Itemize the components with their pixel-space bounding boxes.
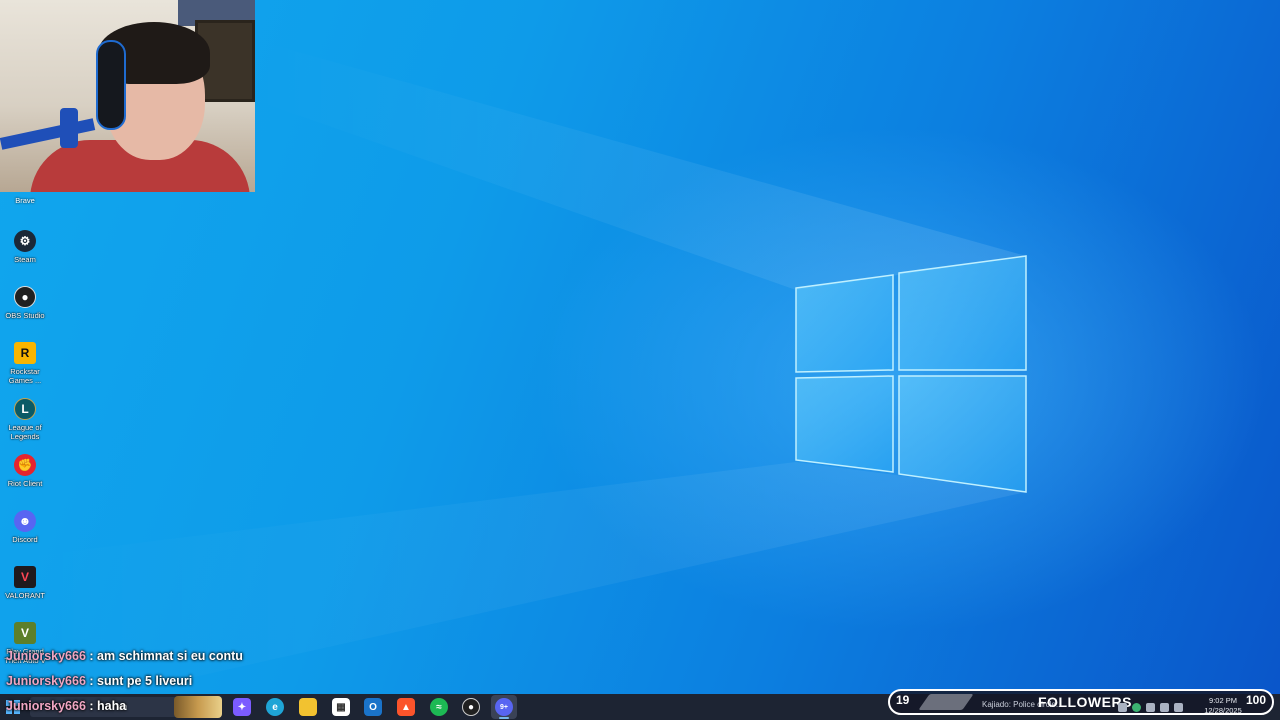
desktop-icon-label: Steam [14, 255, 36, 264]
desktop-icon-label: Riot Client [7, 479, 43, 488]
discord-icon: ☻ [14, 510, 36, 532]
outlook-icon[interactable]: O [364, 698, 382, 716]
desktop-icon-label: Discord [12, 535, 38, 544]
desktop-icon-label: VALORANT [5, 591, 45, 600]
rockstar-icon: R [14, 342, 36, 364]
chat-text: am schimnat si eu contu [97, 649, 243, 663]
microphone-icon [60, 108, 78, 148]
headset-icon [96, 40, 126, 130]
followers-progress-bar [918, 694, 974, 710]
network-icon[interactable] [1160, 702, 1169, 712]
chat-separator: : [85, 674, 98, 688]
discord-icon: 9+ [495, 698, 513, 716]
desktop-icon-obs[interactable]: ● OBS Studio [2, 286, 48, 320]
tray-app-icon[interactable] [1118, 702, 1127, 712]
desktop-icon-league[interactable]: L League of Legends [2, 398, 48, 441]
chat-message: Juniorsky666 : haha [6, 699, 126, 713]
edge-icon[interactable]: e [266, 698, 284, 716]
desktop-icon-brave-label[interactable]: Brave [2, 196, 48, 205]
obs-taskbar-icon[interactable]: ● [462, 698, 480, 716]
obs-icon: ● [14, 286, 36, 308]
chat-message: Juniorsky666 : am schimnat si eu contu [6, 649, 243, 663]
followers-goal: 100 [1245, 693, 1266, 707]
system-tray [1118, 699, 1183, 715]
microphone-tray-icon[interactable] [1146, 702, 1155, 712]
desktop-icon-steam[interactable]: ⚙ Steam [2, 230, 48, 264]
desktop-icon-valorant[interactable]: V VALORANT [2, 566, 48, 600]
microsoft-store-icon[interactable]: ▦ [332, 698, 350, 716]
steam-icon: ⚙ [14, 230, 36, 252]
gta-icon: V [14, 622, 36, 644]
taskbar-clock[interactable]: 9:02 PM 12/28/2025 [1200, 696, 1246, 716]
desktop-icon-discord[interactable]: ☻ Discord [2, 510, 48, 544]
chat-separator: : [85, 699, 98, 713]
clock-time: 9:02 PM [1209, 696, 1237, 705]
desktop-icon-label: OBS Studio [5, 311, 45, 320]
clock-date: 12/28/2025 [1204, 706, 1242, 715]
file-explorer-icon[interactable] [299, 698, 317, 716]
chat-text: haha [97, 699, 127, 713]
riot-icon: ✊ [14, 454, 36, 476]
widgets-button[interactable] [174, 696, 222, 718]
chat-username: Juniorsky666 [6, 674, 86, 688]
chat-separator: : [85, 649, 98, 663]
league-icon: L [14, 398, 36, 420]
chat-username: Juniorsky666 [6, 699, 86, 713]
webcam-overlay [0, 0, 255, 192]
desktop-icon-label: Rockstar Games ... [8, 367, 42, 385]
chat-text: sunt pe 5 liveuri [97, 674, 193, 688]
followers-count: 19 [896, 693, 910, 707]
discord-taskbar-button[interactable]: 9+ [491, 695, 517, 719]
tray-status-icon[interactable] [1132, 702, 1141, 712]
desktop-icon-riot[interactable]: ✊ Riot Client [2, 454, 48, 488]
volume-icon[interactable] [1174, 702, 1183, 712]
brave-icon[interactable]: ▲ [397, 698, 415, 716]
desktop-icon-label: League of Legends [8, 423, 42, 441]
valorant-icon: V [14, 566, 36, 588]
desktop-icon-rockstar[interactable]: R Rockstar Games ... [2, 342, 48, 385]
copilot-icon[interactable]: ✦ [233, 698, 251, 716]
chat-message: Juniorsky666 : sunt pe 5 liveuri [6, 674, 192, 688]
chat-username: Juniorsky666 [6, 649, 86, 663]
spotify-icon[interactable]: ≈ [430, 698, 448, 716]
